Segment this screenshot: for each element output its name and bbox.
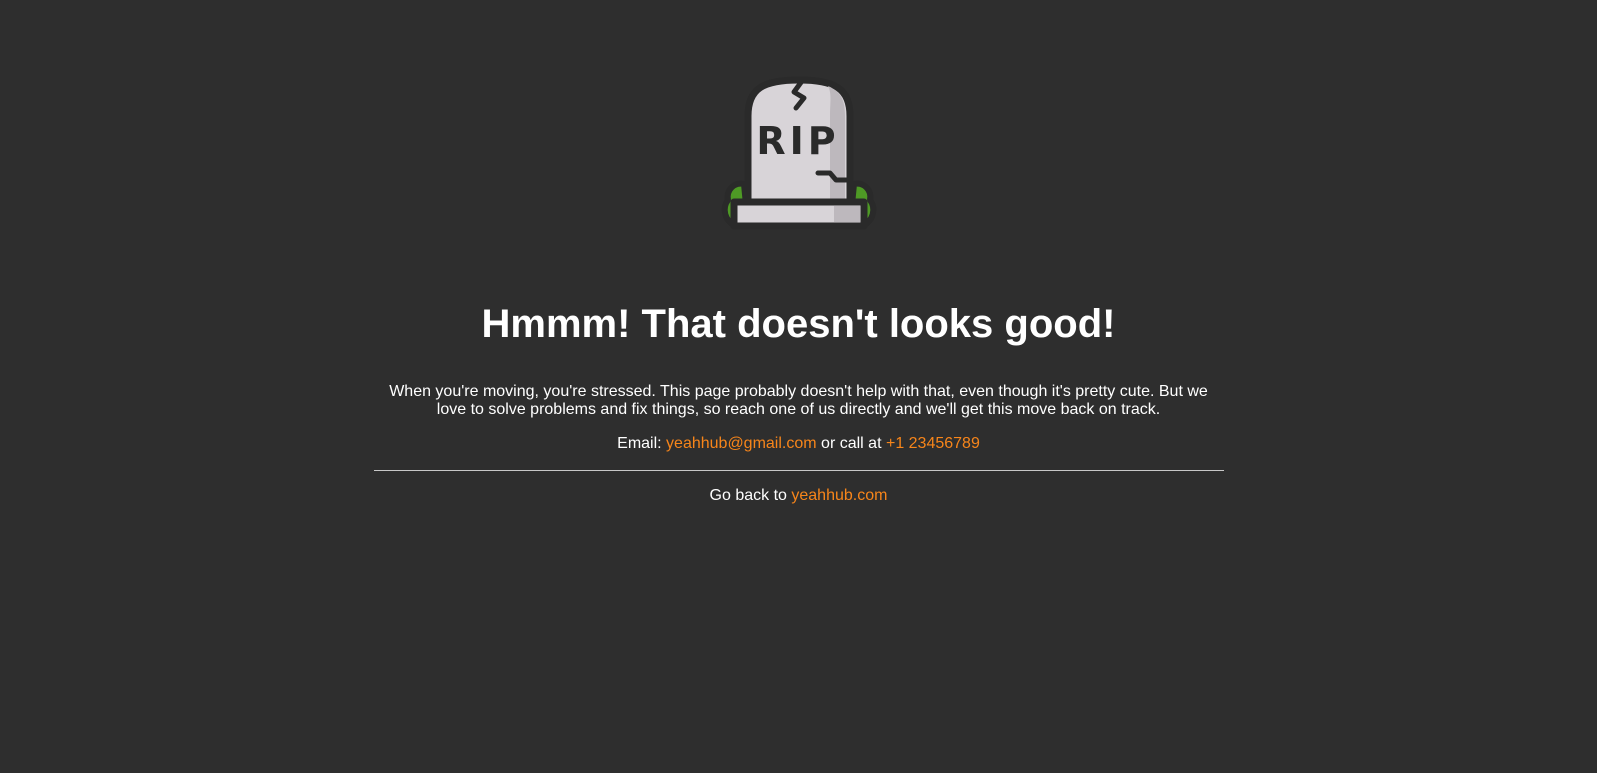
email-link[interactable]: yeahhub@gmail.com	[666, 435, 817, 452]
go-back-line: Go back to yeahhub.com	[374, 486, 1224, 506]
rip-label: RIP	[756, 119, 839, 163]
call-prefix: or call at	[821, 435, 882, 452]
error-page: RIP Hmmm! That doesn't looks good! When …	[373, 76, 1224, 506]
phone-link[interactable]: +1 23456789	[886, 435, 980, 452]
contact-line: Email: yeahhub@gmail.com or call at +1 2…	[374, 434, 1224, 454]
error-message: When you're moving, you're stressed. Thi…	[389, 383, 1208, 418]
page-title: Hmmm! That doesn't looks good!	[481, 302, 1116, 346]
rip-tombstone-icon: RIP	[721, 76, 876, 230]
email-prefix: Email:	[617, 435, 662, 452]
divider	[373, 470, 1224, 471]
home-link[interactable]: yeahhub.com	[791, 487, 887, 504]
tombstone-illustration: RIP	[714, 76, 884, 241]
go-back-prefix: Go back to	[709, 487, 787, 504]
